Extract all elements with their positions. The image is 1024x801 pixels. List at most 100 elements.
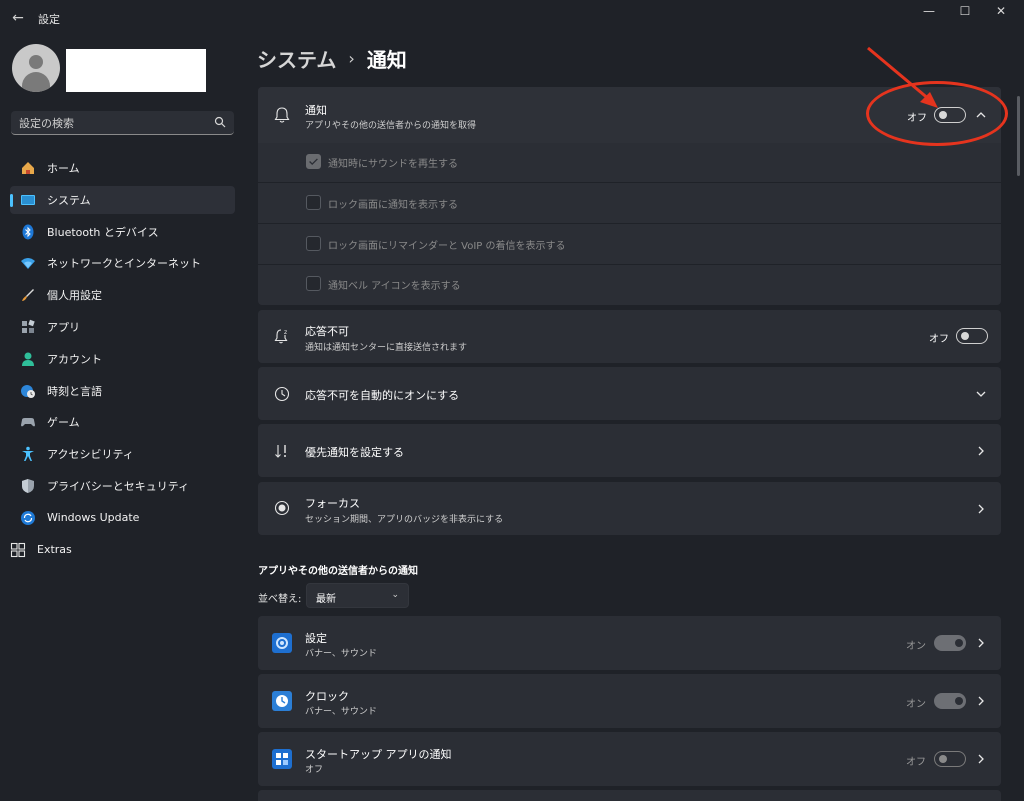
startup-apps-icon [272, 749, 292, 769]
account-icon [22, 352, 34, 366]
app-name: 設定 [305, 632, 327, 645]
minimize-button[interactable]: — [912, 0, 946, 22]
apps-icon [22, 319, 35, 333]
app-title: 設定 [38, 13, 60, 26]
sidebar-item-label: ゲーム [47, 416, 80, 430]
dnd-card[interactable]: z 応答不可 通知は通知センターに直接送信されます オフ [258, 310, 1001, 363]
sidebar-item-extras[interactable]: Extras [10, 536, 235, 564]
bluetooth-icon [22, 224, 34, 240]
lock-screen-checkbox[interactable] [306, 195, 321, 210]
divider [258, 264, 1001, 265]
sidebar-item-privacy-security[interactable]: プライバシーとセキュリティ [10, 472, 235, 500]
lock-screen-voip-label: ロック画面にリマインダーと VoIP の着信を表示する [328, 241, 566, 252]
maximize-button[interactable]: ☐ [948, 0, 982, 22]
sidebar-nav: ホーム システム Bluetooth とデバイス ネットワークとインターネット [10, 154, 235, 567]
dnd-toggle-label: オフ [929, 334, 949, 345]
app-row-startup-apps[interactable]: スタートアップ アプリの通知 オフ オフ [258, 732, 1001, 786]
priority-card[interactable]: 優先通知を設定する [258, 424, 1001, 477]
sidebar-item-home[interactable]: ホーム [10, 154, 235, 182]
priority-title: 優先通知を設定する [305, 446, 404, 459]
app-row-settings[interactable]: 設定 バナー、サウンド オン [258, 616, 1001, 670]
search-input[interactable] [19, 114, 209, 132]
sidebar-item-windows-update[interactable]: Windows Update [10, 504, 235, 532]
checkmark-icon [309, 158, 318, 166]
sort-value: 最新 [316, 594, 336, 605]
annotation-arrow-icon [867, 46, 938, 108]
settings-gear-icon [272, 633, 292, 653]
app-toggle-label: オン [906, 699, 926, 710]
sidebar-item-label: Extras [37, 543, 72, 557]
chevron-right-icon[interactable] [975, 637, 987, 649]
page-title: 通知 [366, 48, 407, 72]
sidebar-item-label: アカウント [47, 352, 102, 366]
sidebar-item-label: ネットワークとインターネット [47, 257, 201, 271]
sort-dropdown[interactable]: 最新 ⌄ [306, 583, 409, 608]
system-icon [21, 194, 35, 205]
chevron-right-icon[interactable] [975, 753, 987, 765]
title-bar: ← 設定 — ☐ ✕ [0, 0, 1024, 36]
app-detail: バナー、サウンド [305, 707, 377, 717]
sidebar-item-label: システム [47, 193, 91, 207]
priority-sort-icon [275, 445, 286, 458]
app-toggle-label: オフ [906, 757, 926, 768]
play-sound-checkbox[interactable] [306, 154, 321, 169]
focus-card[interactable]: フォーカス セッション期間、アプリのバッジを非表示にする [258, 482, 1001, 535]
bell-snooze-icon: z [274, 329, 288, 344]
sidebar-item-label: Bluetooth とデバイス [47, 225, 159, 239]
bell-icon-checkbox[interactable] [306, 276, 321, 291]
senders-heading: アプリやその他の送信者からの通知 [258, 566, 418, 577]
focus-icon [274, 500, 290, 516]
chevron-down-icon: ⌄ [391, 590, 399, 600]
clock-icon [274, 386, 290, 402]
app-toggle[interactable] [934, 693, 966, 709]
chevron-down-icon[interactable] [975, 388, 987, 400]
divider [258, 223, 1001, 224]
search-box[interactable] [11, 111, 234, 135]
avatar[interactable] [12, 44, 60, 92]
sidebar-item-label: ホーム [47, 162, 80, 175]
sidebar-item-bluetooth[interactable]: Bluetooth とデバイス [10, 218, 235, 246]
app-name: スタートアップ アプリの通知 [305, 748, 452, 761]
app-row-partial [258, 790, 1001, 801]
globe-clock-icon [21, 384, 35, 398]
search-icon[interactable] [214, 116, 226, 128]
gamepad-icon [21, 418, 35, 427]
sidebar-item-label: アクセシビリティ [47, 448, 134, 462]
sidebar-item-system[interactable]: システム [10, 185, 235, 214]
app-row-clock[interactable]: クロック バナー、サウンド オン [258, 674, 1001, 728]
settings-window: ← 設定 — ☐ ✕ ホーム システム [0, 0, 1024, 801]
accessibility-icon [22, 446, 34, 462]
breadcrumb: システム › 通知 [257, 44, 407, 73]
app-toggle[interactable] [934, 635, 966, 651]
breadcrumb-parent[interactable]: システム [257, 44, 336, 73]
user-name-redacted [66, 49, 206, 92]
app-toggle[interactable] [934, 751, 966, 767]
sidebar-item-label: 時刻と言語 [47, 384, 102, 398]
dnd-toggle[interactable] [956, 328, 988, 344]
focus-subtitle: セッション期間、アプリのバッジを非表示にする [305, 515, 504, 525]
lock-screen-voip-checkbox[interactable] [306, 236, 321, 251]
auto-dnd-card[interactable]: 応答不可を自動的にオンにする [258, 367, 1001, 420]
sidebar-item-gaming[interactable]: ゲーム [10, 408, 235, 436]
chevron-right-icon[interactable] [975, 445, 987, 457]
scrollbar[interactable] [1017, 96, 1020, 176]
sidebar-item-network[interactable]: ネットワークとインターネット [10, 249, 235, 277]
bell-icon-label: 通知ベル アイコンを表示する [328, 281, 461, 292]
focus-title: フォーカス [305, 497, 360, 510]
sidebar-item-accessibility[interactable]: アクセシビリティ [10, 440, 235, 468]
chevron-right-icon[interactable] [975, 695, 987, 707]
sidebar-item-accounts[interactable]: アカウント [10, 345, 235, 373]
close-button[interactable]: ✕ [984, 0, 1018, 22]
play-sound-label: 通知時にサウンドを再生する [328, 159, 458, 170]
avatar-head-icon [29, 55, 43, 69]
breadcrumb-separator: › [348, 49, 355, 68]
back-arrow-icon[interactable]: ← [10, 10, 26, 26]
sidebar-item-time-language[interactable]: 時刻と言語 [10, 377, 235, 405]
chevron-right-icon[interactable] [975, 503, 987, 515]
app-detail: オフ [305, 765, 324, 775]
sidebar-item-apps[interactable]: アプリ [10, 313, 235, 341]
lock-screen-label: ロック画面に通知を表示する [328, 200, 458, 211]
sidebar-item-label: アプリ [47, 320, 80, 334]
sidebar-item-personalization[interactable]: 個人用設定 [10, 281, 235, 309]
network-icon [21, 258, 35, 270]
